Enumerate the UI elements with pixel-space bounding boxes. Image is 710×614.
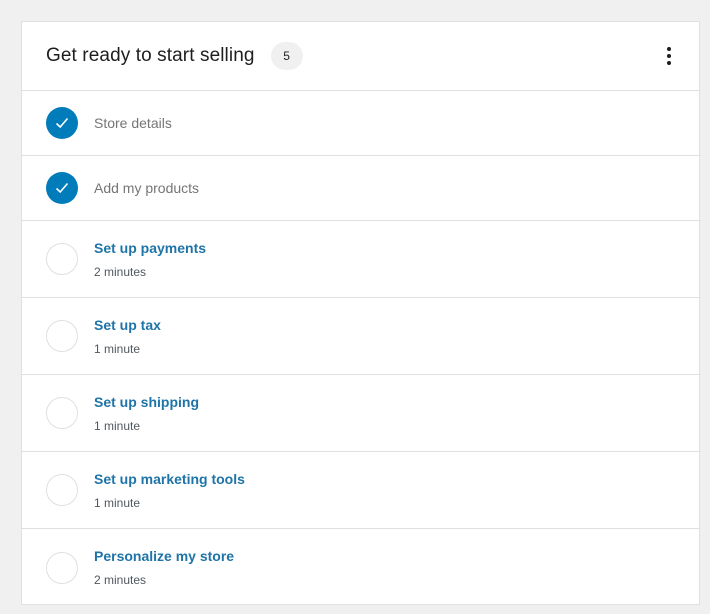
task-text: Set up tax 1 minute	[94, 317, 161, 356]
task-text: Set up shipping 1 minute	[94, 394, 199, 433]
menu-dot	[667, 61, 671, 65]
task-title: Personalize my store	[94, 548, 235, 564]
task-text: Set up marketing tools 1 minute	[94, 471, 245, 510]
empty-circle-icon	[46, 551, 78, 584]
checkmark-icon	[46, 172, 78, 204]
task-personalize-store[interactable]: Personalize my store 2 minutes	[22, 529, 699, 604]
empty-circle-icon	[46, 320, 78, 352]
task-title: Set up shipping	[94, 393, 199, 410]
task-text: Personalize my store 2 minutes	[94, 548, 234, 587]
task-add-products[interactable]: Add my products	[22, 156, 699, 221]
empty-circle-icon	[46, 474, 78, 506]
more-vertical-icon	[667, 47, 671, 51]
task-time-estimate: 1 minute	[94, 495, 141, 510]
task-title: Add my products	[94, 180, 200, 196]
empty-circle-icon	[46, 243, 78, 275]
task-title: Set up tax	[94, 316, 161, 333]
task-set-up-payments[interactable]: Set up payments 2 minutes	[22, 221, 699, 298]
card-title: Get ready to start selling	[46, 45, 255, 66]
menu-dot	[667, 54, 671, 58]
task-text: Store details	[94, 115, 172, 131]
remaining-count-badge: 5	[270, 42, 303, 70]
empty-circle-icon	[46, 397, 78, 429]
task-time-estimate: 2 minutes	[94, 264, 147, 279]
task-title: Set up marketing tools	[94, 470, 245, 487]
card-header: Get ready to start selling 5	[22, 22, 699, 91]
task-title: Store details	[94, 115, 172, 131]
task-time-estimate: 2 minutes	[94, 573, 147, 587]
more-options-button[interactable]	[657, 44, 681, 68]
checkmark-icon	[46, 107, 78, 139]
task-store-details[interactable]: Store details	[22, 91, 699, 156]
task-title: Set up payments	[94, 239, 207, 256]
task-list-card: Get ready to start selling 5 Store detai…	[21, 21, 700, 605]
task-set-up-tax[interactable]: Set up tax 1 minute	[22, 298, 699, 375]
task-set-up-marketing-tools[interactable]: Set up marketing tools 1 minute	[22, 452, 699, 529]
task-time-estimate: 1 minute	[94, 341, 141, 356]
task-text: Set up payments 2 minutes	[94, 240, 206, 279]
task-set-up-shipping[interactable]: Set up shipping 1 minute	[22, 375, 699, 452]
task-time-estimate: 1 minute	[94, 418, 141, 433]
task-text: Add my products	[94, 180, 199, 196]
